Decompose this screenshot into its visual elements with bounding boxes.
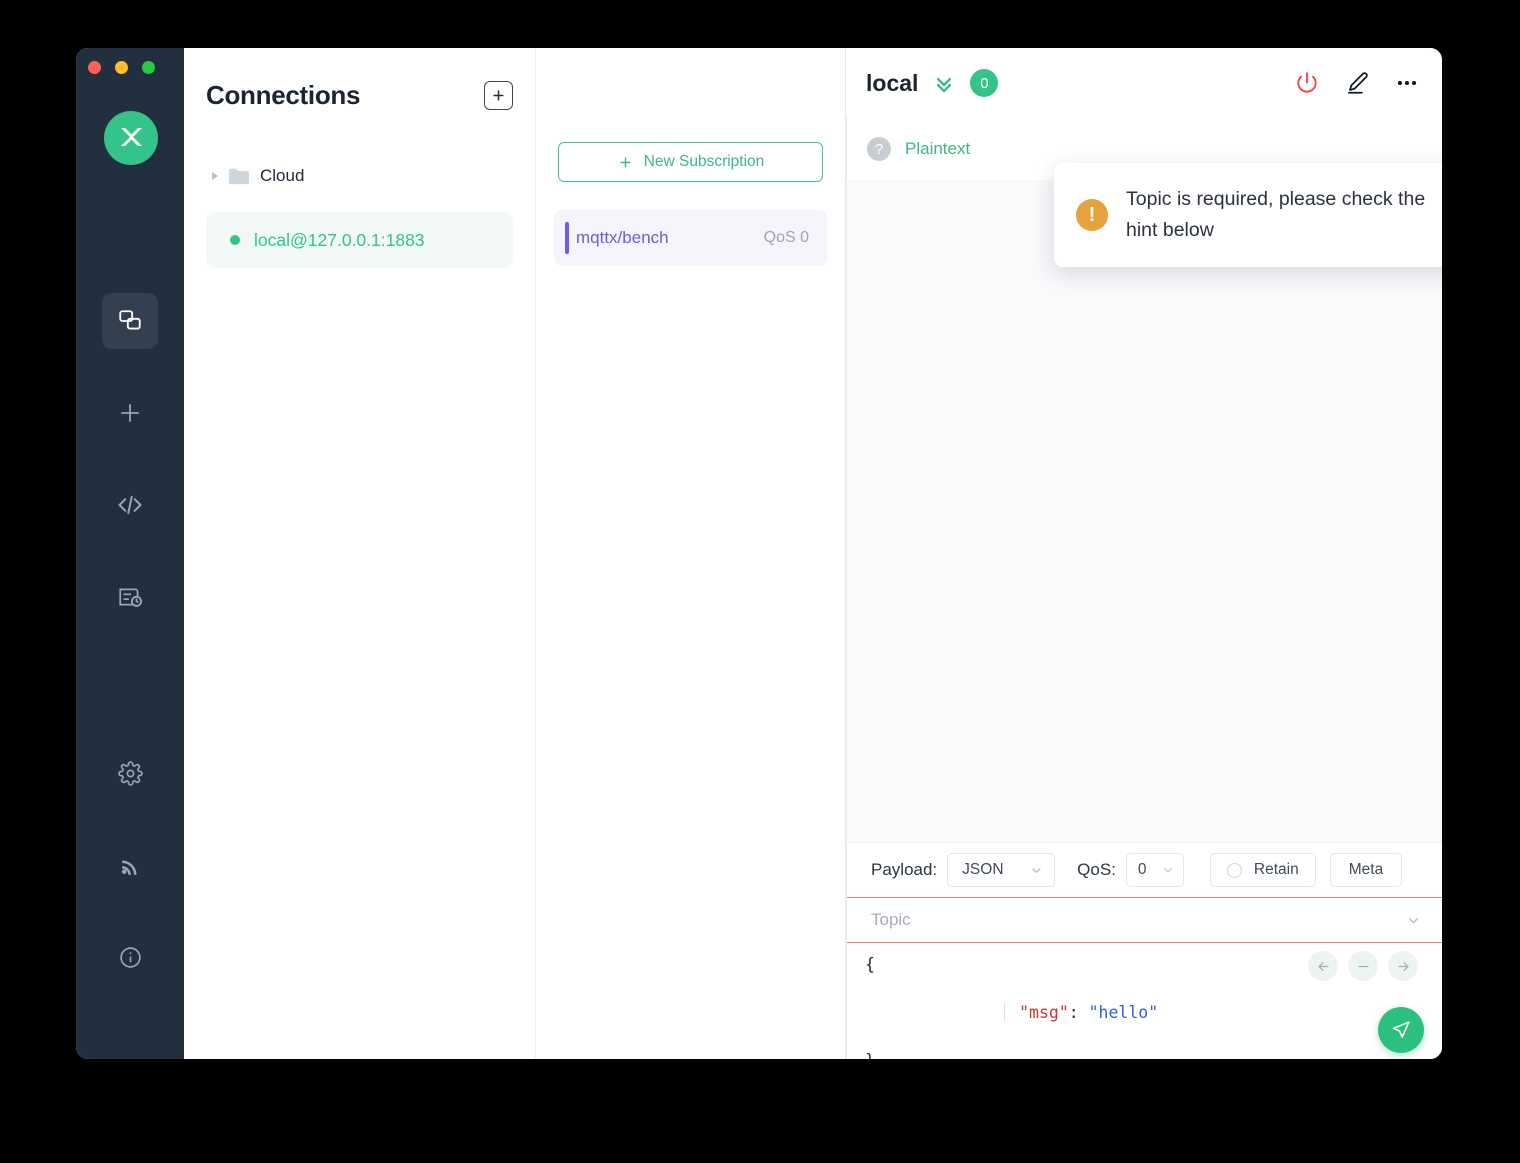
more-options-button[interactable] (1394, 70, 1420, 96)
connection-item-label: local@127.0.0.1:1883 (254, 229, 425, 250)
app-window: Connections Cloud local@127.0.0.1:1883 N… (76, 48, 1442, 1059)
arrow-left-icon (1318, 961, 1328, 971)
chevron-down-icon (1164, 867, 1172, 873)
connections-panel: Connections Cloud local@127.0.0.1:1883 (184, 48, 536, 1059)
topic-input[interactable]: Topic (871, 910, 1405, 930)
chevron-down-icon (1408, 917, 1419, 924)
window-controls (88, 61, 155, 74)
folder-icon (229, 168, 249, 185)
retain-radio-icon (1226, 862, 1242, 878)
qos-select[interactable]: 0 (1125, 853, 1184, 887)
notification-toast: ! Topic is required, please check the hi… (1054, 163, 1442, 267)
new-subscription-label: New Subscription (643, 153, 765, 170)
disconnect-button[interactable] (1294, 70, 1320, 96)
rail-item-log[interactable] (102, 569, 158, 625)
rail-item-connections[interactable] (102, 293, 158, 349)
publish-area: Payload: JSON QoS: 0 Retain Meta Topic {… (847, 842, 1442, 1059)
prev-message-button[interactable] (1308, 951, 1338, 981)
minimize-window-button[interactable] (115, 61, 128, 74)
toast-message: Topic is required, please check the hint… (1126, 188, 1426, 241)
rail-item-scripts[interactable] (102, 477, 158, 533)
payload-editor[interactable]: { "msg": "hello" } (847, 943, 1442, 1059)
subscriptions-panel: New Subscription mqttx/bench QoS 0 (536, 48, 846, 1059)
json-value: "hello" (1088, 1003, 1159, 1022)
editor-nav-buttons (1308, 951, 1418, 981)
editor-line-3: } (865, 1049, 1442, 1059)
plus-icon (620, 157, 631, 167)
qos-value: 0 (1137, 861, 1147, 878)
payload-label: Payload: (871, 860, 938, 879)
payload-format-value: JSON (962, 861, 1004, 878)
subscription-topic: mqttx/bench (576, 228, 669, 247)
chevron-down-icon (1032, 867, 1041, 873)
subscriptions-topbar (536, 48, 845, 118)
json-key: "msg" (1019, 1003, 1069, 1022)
payload-format-label[interactable]: Plaintext (905, 139, 970, 159)
subscription-item[interactable]: mqttx/bench QoS 0 (554, 210, 827, 266)
help-icon[interactable]: ? (867, 137, 891, 161)
payload-format-select[interactable]: JSON (947, 853, 1056, 887)
new-subscription-button[interactable]: New Subscription (558, 142, 823, 182)
rail-item-settings[interactable] (102, 745, 158, 801)
connections-title: Connections (206, 79, 361, 110)
chevrons-down-icon[interactable] (932, 71, 956, 95)
topic-input-row[interactable]: Topic (847, 897, 1442, 943)
folder-label: Cloud (260, 166, 305, 185)
edit-connection-button[interactable] (1344, 70, 1370, 96)
meta-button[interactable]: Meta (1329, 853, 1403, 887)
rail-buttons (76, 293, 184, 1021)
subscription-qos: QoS 0 (763, 229, 809, 246)
minus-icon (1358, 965, 1368, 967)
connections-header: Connections (206, 48, 513, 134)
maximize-window-button[interactable] (142, 61, 155, 74)
rail-item-broadcast[interactable] (102, 837, 158, 893)
retain-label: Retain (1253, 861, 1299, 878)
next-message-button[interactable] (1388, 951, 1418, 981)
close-window-button[interactable] (88, 61, 101, 74)
warning-icon: ! (1076, 199, 1108, 231)
publish-options-row: Payload: JSON QoS: 0 Retain Meta (847, 843, 1442, 897)
message-count-badge: 0 (970, 69, 999, 97)
add-connection-button[interactable] (484, 80, 513, 110)
mqttx-logo-icon (104, 111, 158, 165)
chevron-right-icon (212, 172, 218, 180)
indent-guide (1004, 1003, 1006, 1021)
connection-actions (1294, 70, 1420, 96)
connection-status-dot (230, 235, 240, 245)
retain-toggle[interactable]: Retain (1209, 853, 1316, 887)
clear-message-button[interactable] (1348, 951, 1378, 981)
connection-toolbar: local 0 (846, 48, 1442, 118)
rail-item-about[interactable] (102, 929, 158, 985)
connection-folder-cloud[interactable]: Cloud (206, 156, 513, 196)
messages-list (847, 180, 1442, 842)
editor-line-2: "msg": "hello" (865, 977, 1442, 1049)
icon-rail (76, 48, 184, 1059)
subscription-color-bar (565, 222, 569, 254)
rail-item-new-connection[interactable] (102, 385, 158, 441)
send-plane-icon (1392, 1021, 1410, 1038)
connection-item-local[interactable]: local@127.0.0.1:1883 (206, 212, 513, 268)
json-colon: : (1068, 1003, 1089, 1022)
send-message-button[interactable] (1378, 1007, 1424, 1053)
active-connection-name: local (866, 69, 919, 96)
qos-label: QoS: (1077, 860, 1116, 879)
meta-label: Meta (1348, 861, 1384, 878)
arrow-right-icon (1398, 961, 1408, 971)
